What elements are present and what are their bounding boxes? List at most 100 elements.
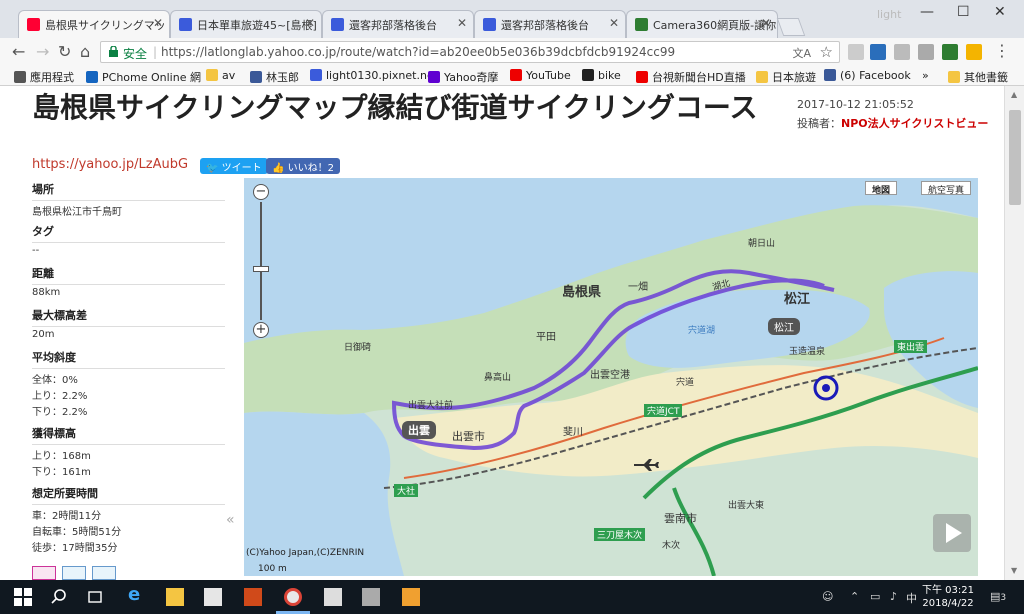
map-label-airport: 出雲空港 bbox=[590, 370, 630, 381]
info-value: 88km bbox=[32, 287, 61, 298]
bookmark-av[interactable]: av bbox=[206, 69, 235, 82]
back-icon[interactable]: ← bbox=[12, 42, 25, 61]
share-button[interactable] bbox=[92, 566, 116, 580]
system-clock[interactable]: 下午 03:21 2018/4/22 bbox=[918, 584, 978, 610]
info-label: 距離 bbox=[32, 265, 225, 285]
bookmark-facebook[interactable]: (6) Facebook bbox=[824, 69, 911, 82]
map-type-aerial-button[interactable]: 航空写真 bbox=[921, 181, 972, 196]
ime-icon[interactable]: 中 bbox=[906, 590, 917, 606]
windows-taskbar: e ☺ ⌃ ▭ ♪ 中 下午 03:21 2018/4/22 ▤3 bbox=[0, 580, 1024, 614]
info-label: 場所 bbox=[32, 181, 225, 201]
info-value: 全体：0% bbox=[32, 375, 78, 386]
tab-active[interactable]: 島根県サイクリングマッ ✕ bbox=[18, 10, 170, 38]
minimize-icon[interactable]: — bbox=[920, 4, 934, 20]
bookmark-facebook-user[interactable]: 林玉郎 bbox=[250, 69, 299, 85]
map-label-ichibata: 一畑 bbox=[628, 282, 648, 293]
share-button[interactable] bbox=[62, 566, 86, 580]
news-extension-icon[interactable] bbox=[870, 44, 886, 60]
home-icon[interactable]: ⌂ bbox=[80, 42, 90, 61]
info-label: 獲得標高 bbox=[32, 425, 225, 445]
puzzle-extension-icon[interactable] bbox=[918, 44, 934, 60]
tab-2[interactable]: 日本單車旅遊45~[島根] ✕ bbox=[170, 10, 322, 38]
like-button[interactable]: 👍 いいね！2 bbox=[266, 158, 341, 174]
info-value: 下り：161m bbox=[32, 467, 91, 478]
camera-extension-icon[interactable] bbox=[942, 44, 958, 60]
folder-icon bbox=[948, 71, 960, 83]
bookmark-apps[interactable]: 應用程式 bbox=[14, 69, 74, 85]
bookmark-yahoo[interactable]: Yahoo奇摩 bbox=[428, 69, 498, 85]
tab-close-icon[interactable]: ✕ bbox=[609, 16, 619, 30]
scroll-up-icon[interactable]: ▲ bbox=[1011, 90, 1017, 99]
bookmark-pixnet[interactable]: light0130.pixnet.ne bbox=[310, 69, 434, 82]
info-label: 平均斜度 bbox=[32, 349, 225, 369]
mail-icon[interactable] bbox=[324, 588, 342, 606]
bookmark-youtube[interactable]: YouTube bbox=[510, 69, 571, 82]
tab-label: 日本單車旅遊45~[島根] bbox=[197, 19, 317, 32]
tab-4[interactable]: 還客邦部落格後台 ✕ bbox=[474, 10, 626, 38]
scroll-down-icon[interactable]: ▼ bbox=[1011, 566, 1017, 575]
map-label-lake: 宍道湖 bbox=[688, 326, 716, 336]
media-app-icon[interactable] bbox=[244, 588, 262, 606]
share-button[interactable] bbox=[32, 566, 56, 580]
thumbs-up-icon: 👍 bbox=[272, 163, 288, 174]
tweet-button[interactable]: 🐦 ツイート bbox=[200, 158, 268, 174]
profile-name[interactable]: light bbox=[877, 8, 901, 21]
tab-3[interactable]: 還客邦部落格後台 ✕ bbox=[322, 10, 474, 38]
network-icon[interactable]: ▭ bbox=[870, 590, 880, 603]
short-url-link[interactable]: https://yahoo.jp/LzAubG bbox=[32, 157, 188, 172]
maximize-icon[interactable]: ☐ bbox=[957, 4, 970, 20]
bookmarks-overflow[interactable]: » bbox=[922, 69, 929, 82]
notes-app-icon[interactable] bbox=[402, 588, 420, 606]
bookmark-japan-travel[interactable]: 日本旅遊 bbox=[756, 69, 816, 85]
info-value: 上り：2.2% bbox=[32, 391, 88, 402]
url-text[interactable]: https://latlonglab.yahoo.co.jp/route/wat… bbox=[161, 45, 675, 59]
printer-app-icon[interactable] bbox=[362, 588, 380, 606]
map-type-map-button[interactable]: 地図 bbox=[865, 181, 898, 196]
route-map[interactable]: 島根県 松江 松江 出雲 出雲市 出雲空港 宍道湖 雲南市 出雲大社前 宍道JC… bbox=[244, 178, 978, 576]
bookmark-pchome[interactable]: PChome Online 網 bbox=[86, 69, 201, 85]
volume-icon[interactable]: ♪ bbox=[890, 590, 897, 603]
search-icon[interactable] bbox=[50, 588, 68, 606]
zoom-out-button[interactable]: − bbox=[253, 184, 269, 200]
info-value: 車：2時間11分 bbox=[32, 511, 102, 522]
bookmark-bike[interactable]: bike bbox=[582, 69, 621, 82]
tab-close-icon[interactable]: ✕ bbox=[457, 16, 467, 30]
tab-close-icon[interactable]: ✕ bbox=[305, 16, 315, 30]
forward-icon[interactable]: → bbox=[36, 42, 49, 61]
file-explorer-icon[interactable] bbox=[166, 588, 184, 606]
bookmark-other[interactable]: 其他書籤 bbox=[948, 69, 1008, 85]
zoom-slider-track[interactable] bbox=[260, 202, 262, 320]
reload-icon[interactable]: ↻ bbox=[58, 42, 71, 61]
blog-favicon-icon bbox=[331, 18, 344, 31]
zoom-slider-thumb[interactable] bbox=[253, 266, 269, 272]
task-view-icon[interactable] bbox=[86, 588, 104, 606]
map-copyright: (C)Yahoo Japan,(C)ZENRIN bbox=[246, 548, 365, 558]
tab-close-icon[interactable]: ✕ bbox=[153, 16, 163, 30]
location-extension-icon[interactable] bbox=[894, 44, 910, 60]
store-icon[interactable] bbox=[204, 588, 222, 606]
address-bar[interactable]: 安全 | https://latlonglab.yahoo.co.jp/rout… bbox=[100, 41, 840, 63]
page-scrollbar[interactable]: ▲ ▼ bbox=[1004, 86, 1024, 580]
collapse-panel-icon[interactable]: « bbox=[226, 512, 235, 528]
edge-browser-icon[interactable]: e bbox=[128, 584, 146, 605]
bookmark-ttv-news[interactable]: 台視新聞台HD直播 bbox=[636, 69, 746, 85]
scrollbar-thumb[interactable] bbox=[1009, 110, 1021, 205]
chrome-icon[interactable] bbox=[284, 588, 302, 606]
people-icon[interactable]: ☺ bbox=[822, 590, 833, 603]
new-tab-button[interactable] bbox=[776, 18, 806, 36]
color-extension-icon[interactable] bbox=[966, 44, 982, 60]
download-extension-icon[interactable] bbox=[848, 44, 864, 60]
menu-icon[interactable]: ⋮ bbox=[994, 41, 1010, 60]
tab-5[interactable]: Camera360網頁版-讓你 ✕ bbox=[626, 10, 778, 38]
poster-name[interactable]: NPO法人サイクリストビュー bbox=[841, 117, 988, 130]
map-label-matsue-ic: 松江 bbox=[768, 318, 800, 335]
play-button[interactable] bbox=[933, 514, 971, 552]
translate-icon[interactable]: 文A bbox=[792, 45, 811, 61]
bookmark-star-icon[interactable]: ☆ bbox=[820, 43, 833, 61]
tab-close-icon[interactable]: ✕ bbox=[761, 16, 771, 30]
close-window-icon[interactable]: ✕ bbox=[994, 4, 1006, 20]
show-hidden-icons[interactable]: ⌃ bbox=[850, 590, 859, 603]
windows-start-icon[interactable] bbox=[14, 588, 32, 606]
zoom-in-button[interactable]: + bbox=[253, 322, 269, 338]
notification-icon[interactable]: ▤3 bbox=[990, 590, 1006, 603]
